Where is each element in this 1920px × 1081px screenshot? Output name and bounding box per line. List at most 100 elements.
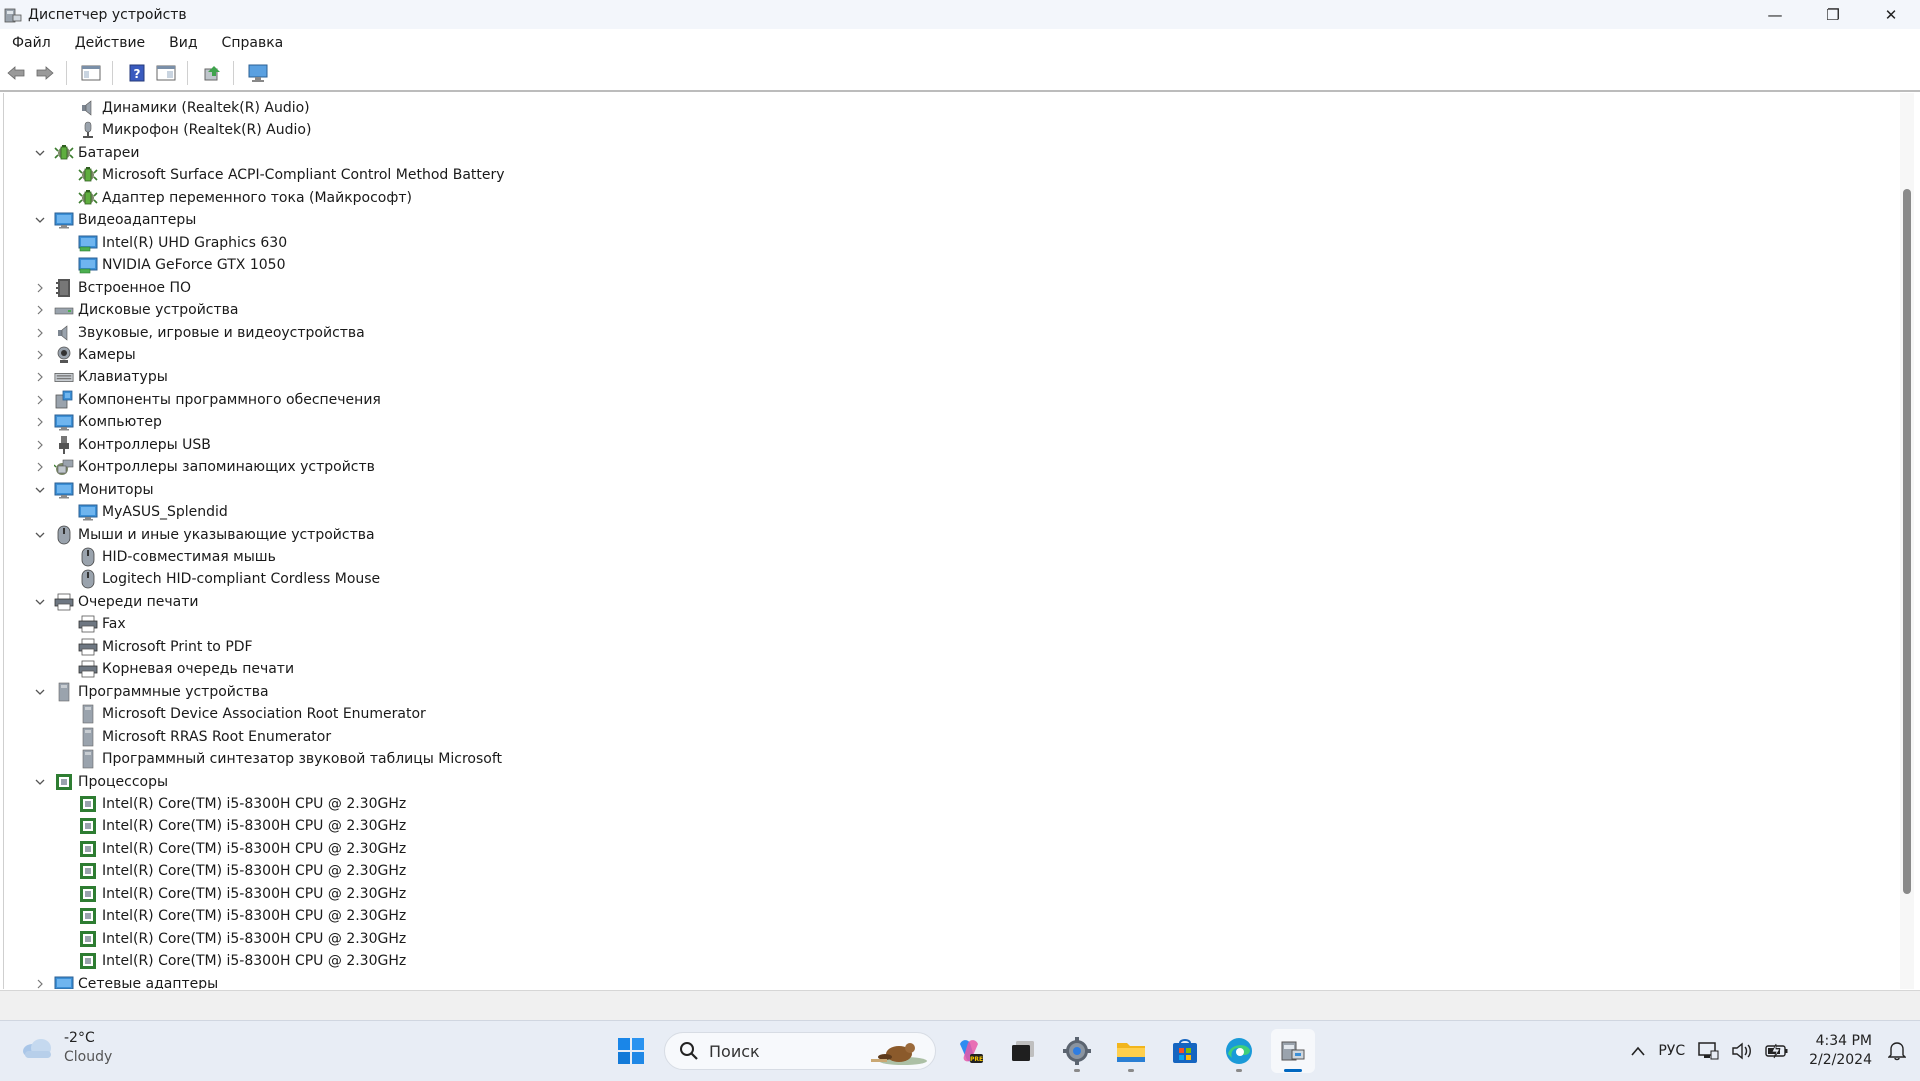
tree-device[interactable]: Microsoft Surface ACPI-Compliant Control…	[78, 164, 505, 186]
tree-item-label: Батареи	[78, 145, 140, 161]
tree-device[interactable]: Intel(R) Core(TM) i5-8300H CPU @ 2.30GHz	[78, 860, 406, 882]
tree-category[interactable]: Звуковые, игровые и видеоустройства	[54, 322, 365, 344]
tree-device[interactable]: Адаптер переменного тока (Майкрософт)	[78, 187, 412, 209]
chevron-right-icon[interactable]	[33, 281, 47, 295]
tree-category[interactable]: Батареи	[54, 142, 140, 164]
tree-device[interactable]: Intel(R) Core(TM) i5-8300H CPU @ 2.30GHz	[78, 815, 406, 837]
arrow-left-icon	[6, 65, 26, 81]
tree-category[interactable]: Дисковые устройства	[54, 299, 239, 321]
chevron-right-icon[interactable]	[33, 393, 47, 407]
taskbar-search[interactable]: Поиск	[664, 1032, 936, 1070]
tree-category[interactable]: Мониторы	[54, 479, 154, 501]
tree-device[interactable]: Динамики (Realtek(R) Audio)	[78, 97, 310, 119]
tree-category[interactable]: Контроллеры запоминающих устройств	[54, 456, 375, 478]
start-button[interactable]	[609, 1029, 653, 1073]
show-hide-console-tree-button[interactable]	[78, 60, 104, 86]
tree-category[interactable]: Сетевые адаптеры	[54, 973, 218, 989]
tree-category[interactable]: Клавиатуры	[54, 366, 168, 388]
close-button[interactable]: ✕	[1862, 0, 1920, 29]
volume-button[interactable]	[1731, 1041, 1753, 1061]
tree-device[interactable]: Intel(R) Core(TM) i5-8300H CPU @ 2.30GHz	[78, 950, 406, 972]
menu-file[interactable]: Файл	[0, 35, 61, 51]
tree-item-label: Адаптер переменного тока (Майкрософт)	[102, 190, 412, 206]
chevron-down-icon[interactable]	[33, 775, 47, 789]
menu-help[interactable]: Справка	[208, 35, 294, 51]
maximize-button[interactable]: ❐	[1804, 0, 1862, 29]
clock[interactable]: 4:34 PM 2/2/2024	[1809, 1032, 1872, 1070]
chevron-right-icon[interactable]	[33, 370, 47, 384]
task-view-button[interactable]	[1001, 1029, 1045, 1073]
weather-widget[interactable]: -2°C Cloudy	[20, 1029, 112, 1067]
chevron-right-icon[interactable]	[33, 460, 47, 474]
tree-item-label: Microsoft Surface ACPI-Compliant Control…	[102, 167, 505, 183]
chevron-down-icon[interactable]	[33, 213, 47, 227]
tree-device[interactable]: Intel(R) UHD Graphics 630	[78, 232, 287, 254]
tree-category[interactable]: Камеры	[54, 344, 136, 366]
vertical-scrollbar[interactable]	[1900, 93, 1914, 989]
back-button[interactable]	[3, 60, 29, 86]
tree-device[interactable]: Intel(R) Core(TM) i5-8300H CPU @ 2.30GHz	[78, 883, 406, 905]
device-manager-taskbar-button[interactable]	[1271, 1029, 1315, 1073]
tree-category[interactable]: Контроллеры USB	[54, 434, 211, 456]
scan-hardware-button[interactable]	[245, 60, 271, 86]
menu-view[interactable]: Вид	[155, 35, 207, 51]
file-explorer-button[interactable]	[1109, 1029, 1153, 1073]
tree-device[interactable]: Logitech HID-compliant Cordless Mouse	[78, 568, 380, 590]
chevron-right-icon[interactable]	[33, 977, 47, 989]
tree-item-label: Microsoft Device Association Root Enumer…	[102, 706, 426, 722]
tree-category[interactable]: Процессоры	[54, 771, 168, 793]
menu-action[interactable]: Действие	[61, 35, 155, 51]
tree-category[interactable]: Встроенное ПО	[54, 277, 191, 299]
notifications-button[interactable]	[1888, 1041, 1906, 1061]
tree-item-label: Корневая очередь печати	[102, 661, 294, 677]
copilot-button[interactable]: PRE	[947, 1029, 991, 1073]
tree-device[interactable]: Intel(R) Core(TM) i5-8300H CPU @ 2.30GHz	[78, 838, 406, 860]
chevron-down-icon[interactable]	[33, 595, 47, 609]
tree-device[interactable]: Программный синтезатор звуковой таблицы …	[78, 748, 502, 770]
tree-category[interactable]: Видеоадаптеры	[54, 209, 196, 231]
tree-category[interactable]: Компьютер	[54, 411, 162, 433]
tree-category[interactable]: Очереди печати	[54, 591, 199, 613]
edge-browser-button[interactable]	[1217, 1029, 1261, 1073]
tree-device[interactable]: Fax	[78, 613, 126, 635]
chevron-right-icon[interactable]	[33, 438, 47, 452]
minimize-button[interactable]: —	[1746, 0, 1804, 29]
microsoft-store-button[interactable]	[1163, 1029, 1207, 1073]
tree-device[interactable]: Микрофон (Realtek(R) Audio)	[78, 119, 311, 141]
tree-device[interactable]: Microsoft Print to PDF	[78, 636, 253, 658]
help-button[interactable]: ?	[124, 60, 150, 86]
tree-item-label: Мыши и иные указывающие устройства	[78, 527, 375, 543]
tree-device[interactable]: Intel(R) Core(TM) i5-8300H CPU @ 2.30GHz	[78, 793, 406, 815]
tree-device[interactable]: Корневая очередь печати	[78, 658, 294, 680]
show-hidden-icons-button[interactable]	[1630, 1045, 1646, 1057]
tree-category[interactable]: Мыши и иные указывающие устройства	[54, 524, 375, 546]
tree-category[interactable]: Программные устройства	[54, 681, 269, 703]
chevron-right-icon[interactable]	[33, 303, 47, 317]
chevron-right-icon[interactable]	[33, 348, 47, 362]
tree-device[interactable]: HID-совместимая мышь	[78, 546, 276, 568]
input-language-indicator[interactable]: РУС	[1658, 1043, 1685, 1059]
chevron-down-icon[interactable]	[33, 528, 47, 542]
chevron-down-icon[interactable]	[33, 483, 47, 497]
tree-device[interactable]: Microsoft RRAS Root Enumerator	[78, 726, 331, 748]
chevron-down-icon[interactable]	[33, 146, 47, 160]
running-indicator	[1284, 1069, 1302, 1072]
tree-device[interactable]: NVIDIA GeForce GTX 1050	[78, 254, 285, 276]
tree-item-label: Клавиатуры	[78, 369, 168, 385]
properties-button[interactable]	[153, 60, 179, 86]
svg-text:?: ?	[134, 67, 141, 81]
tree-device[interactable]: Intel(R) Core(TM) i5-8300H CPU @ 2.30GHz	[78, 905, 406, 927]
tree-device[interactable]: Intel(R) Core(TM) i5-8300H CPU @ 2.30GHz	[78, 928, 406, 950]
chevron-down-icon[interactable]	[33, 685, 47, 699]
chevron-right-icon[interactable]	[33, 326, 47, 340]
update-driver-button[interactable]	[199, 60, 225, 86]
chevron-right-icon[interactable]	[33, 415, 47, 429]
battery-button[interactable]	[1765, 1043, 1789, 1059]
tree-device[interactable]: Microsoft Device Association Root Enumer…	[78, 703, 426, 725]
settings-app-button[interactable]	[1055, 1029, 1099, 1073]
forward-button[interactable]	[32, 60, 58, 86]
tree-device[interactable]: MyASUS_Splendid	[78, 501, 228, 523]
network-icon-button[interactable]	[1697, 1041, 1719, 1061]
scrollbar-thumb[interactable]	[1903, 189, 1911, 894]
tree-category[interactable]: Компоненты программного обеспечения	[54, 389, 381, 411]
